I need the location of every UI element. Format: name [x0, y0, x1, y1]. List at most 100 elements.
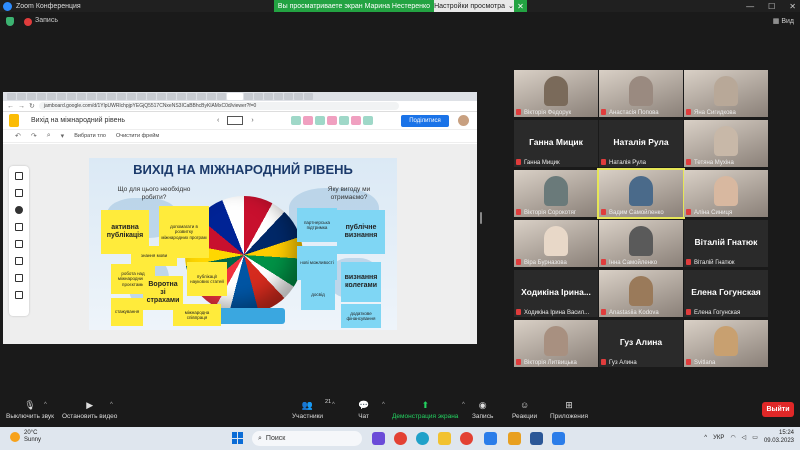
sticky-note[interactable]: нові можливості — [297, 246, 337, 280]
browser-tab-active[interactable] — [227, 93, 243, 100]
participants-button[interactable]: 👥 21 Участники — [292, 399, 331, 422]
volume-icon[interactable]: ◁ — [742, 434, 747, 441]
browser-tab[interactable] — [274, 93, 283, 100]
reactions-button[interactable]: ☺ Реакции — [512, 400, 537, 422]
participant-tile-active-speaker[interactable]: Вадим Самойленко — [597, 168, 685, 219]
recording-label[interactable]: Запись — [35, 17, 58, 24]
share-button[interactable]: Поділитися — [401, 115, 449, 127]
browser-tab[interactable] — [57, 93, 66, 100]
browser-tab[interactable] — [264, 93, 273, 100]
image-icon[interactable] — [15, 240, 23, 248]
select-icon[interactable] — [15, 206, 23, 214]
close-icon[interactable]: ✕ — [514, 0, 527, 12]
minimize-button[interactable]: — — [746, 2, 754, 11]
address-bar[interactable]: jamboard.google.com/d/1YlpUWRlchpjpYEGjQ… — [38, 102, 399, 110]
browser-tab[interactable] — [157, 93, 166, 100]
browser-tab[interactable] — [284, 93, 293, 100]
shield-icon[interactable] — [6, 17, 14, 26]
zoom-icon[interactable]: ⌕ — [47, 132, 51, 140]
windows-start-icon[interactable] — [232, 432, 244, 444]
reload-icon[interactable]: ↻ — [29, 102, 35, 110]
browser-tab[interactable] — [77, 93, 86, 100]
whiteboard-frame[interactable]: ВИХІД НА МІЖНАРОДНИЙ РІВЕНЬ Що для цього… — [89, 158, 397, 330]
split-view-handle[interactable] — [480, 212, 482, 224]
folder-icon[interactable] — [508, 432, 521, 445]
sticky-note[interactable]: знання мови — [131, 246, 177, 266]
participant-tile[interactable]: Вікторія Сорокотяг — [514, 170, 598, 217]
browser-tab[interactable] — [137, 93, 146, 100]
user-avatar[interactable] — [458, 115, 469, 126]
participant-tile[interactable]: Вікторія Литвицька — [514, 320, 598, 367]
taskbar-search[interactable]: ⌕ Поиск — [252, 431, 362, 446]
browser-tab[interactable] — [87, 93, 96, 100]
wifi-icon[interactable]: ◠ — [730, 434, 735, 441]
participant-tile[interactable]: Наталія Рула Наталія Рула — [599, 120, 683, 167]
circle-icon[interactable] — [15, 257, 23, 265]
laser-icon[interactable] — [15, 291, 23, 299]
participant-tile[interactable]: Яна Сигидкова — [684, 70, 768, 117]
chrome-icon[interactable] — [394, 432, 407, 445]
browser-tab[interactable] — [67, 93, 76, 100]
participant-tile[interactable]: Ходикіна Ірина... Ходикіна Ірина Васил... — [514, 270, 598, 317]
redo-icon[interactable]: ↷ — [31, 132, 37, 140]
view-button[interactable]: ▦ Вид — [773, 17, 794, 25]
participant-tile[interactable]: Гуз Алина Гуз Алина — [599, 320, 683, 367]
edge-icon[interactable] — [416, 432, 429, 445]
set-background-button[interactable]: Вибрати тло — [74, 133, 106, 139]
sticky-note[interactable]: визнання колегами — [341, 262, 381, 302]
chat-caret[interactable]: ^ — [382, 402, 385, 408]
leave-button[interactable]: Выйти — [762, 402, 794, 417]
sticky-note[interactable]: публікації наукових статей — [187, 262, 227, 296]
close-window-button[interactable]: ✕ — [789, 2, 796, 11]
participant-tile[interactable]: Тетяна Мухіна — [684, 120, 768, 167]
browser-tab[interactable] — [294, 93, 303, 100]
browser-tab[interactable] — [167, 93, 176, 100]
forward-icon[interactable]: → — [18, 103, 25, 110]
prev-frame-icon[interactable]: ‹ — [217, 117, 219, 124]
browser-tab[interactable] — [217, 93, 226, 100]
sticky-note[interactable]: публічне визнання — [337, 210, 385, 254]
sticky-note[interactable]: стажування — [111, 298, 143, 326]
browser-tab[interactable] — [177, 93, 186, 100]
participant-tile[interactable]: Інна Самойленко — [599, 220, 683, 267]
tray-overflow-icon[interactable]: ^ — [704, 435, 707, 441]
record-button[interactable]: ◉ Запись — [472, 400, 493, 422]
text-box-icon[interactable] — [15, 274, 23, 282]
weather-widget[interactable]: 20°C Sunny — [10, 430, 41, 444]
browser-tab[interactable] — [97, 93, 106, 100]
participant-tile[interactable]: Ганна Мицик Ганна Мицик — [514, 120, 598, 167]
sticky-note[interactable]: партнерська підтримка — [297, 208, 337, 242]
sticky-note[interactable]: досвід — [301, 280, 335, 310]
word-icon[interactable] — [530, 432, 543, 445]
maximize-button[interactable]: ☐ — [768, 2, 775, 11]
share-caret[interactable]: ^ — [462, 402, 465, 408]
sticky-note[interactable]: міжнародна співпраця — [173, 304, 221, 326]
participants-caret[interactable]: ^ — [332, 402, 335, 408]
teams-icon[interactable] — [372, 432, 385, 445]
participant-tile[interactable]: Елена Гогунская Елена Гогунская — [684, 270, 768, 317]
participant-tile[interactable]: Віталій Гнатюк Віталій Гнатюк — [684, 220, 768, 267]
document-title[interactable]: Вихід на міжнародний рівень — [31, 117, 125, 124]
browser-tab[interactable] — [37, 93, 46, 100]
file-explorer-icon[interactable] — [438, 432, 451, 445]
participant-tile[interactable]: Svitlana — [684, 320, 768, 367]
browser-tab[interactable] — [47, 93, 56, 100]
video-options-caret[interactable]: ^ — [110, 402, 113, 408]
browser-tab[interactable] — [7, 93, 16, 100]
zoom-app-icon[interactable] — [552, 432, 565, 445]
zoom-app-icon[interactable] — [484, 432, 497, 445]
apps-button[interactable]: ⊞ Приложения — [550, 400, 588, 422]
next-frame-icon[interactable]: › — [251, 117, 253, 124]
audio-options-caret[interactable]: ^ — [44, 402, 47, 408]
view-options-button[interactable]: Настройки просмотра ⌄ — [434, 0, 514, 12]
jamboard-canvas[interactable]: ВИХІД НА МІЖНАРОДНИЙ РІВЕНЬ Що для цього… — [3, 144, 477, 344]
participant-tile[interactable]: Anastasiia Kodova — [599, 270, 683, 317]
participant-tile[interactable]: Анастасія Попова — [599, 70, 683, 117]
sticky-note[interactable]: додаткове фінансування — [341, 304, 381, 328]
browser-tab[interactable] — [117, 93, 126, 100]
browser-tab[interactable] — [27, 93, 36, 100]
chrome-icon[interactable] — [460, 432, 473, 445]
back-icon[interactable]: ← — [7, 103, 14, 110]
browser-tab[interactable] — [207, 93, 216, 100]
browser-tab[interactable] — [304, 93, 313, 100]
